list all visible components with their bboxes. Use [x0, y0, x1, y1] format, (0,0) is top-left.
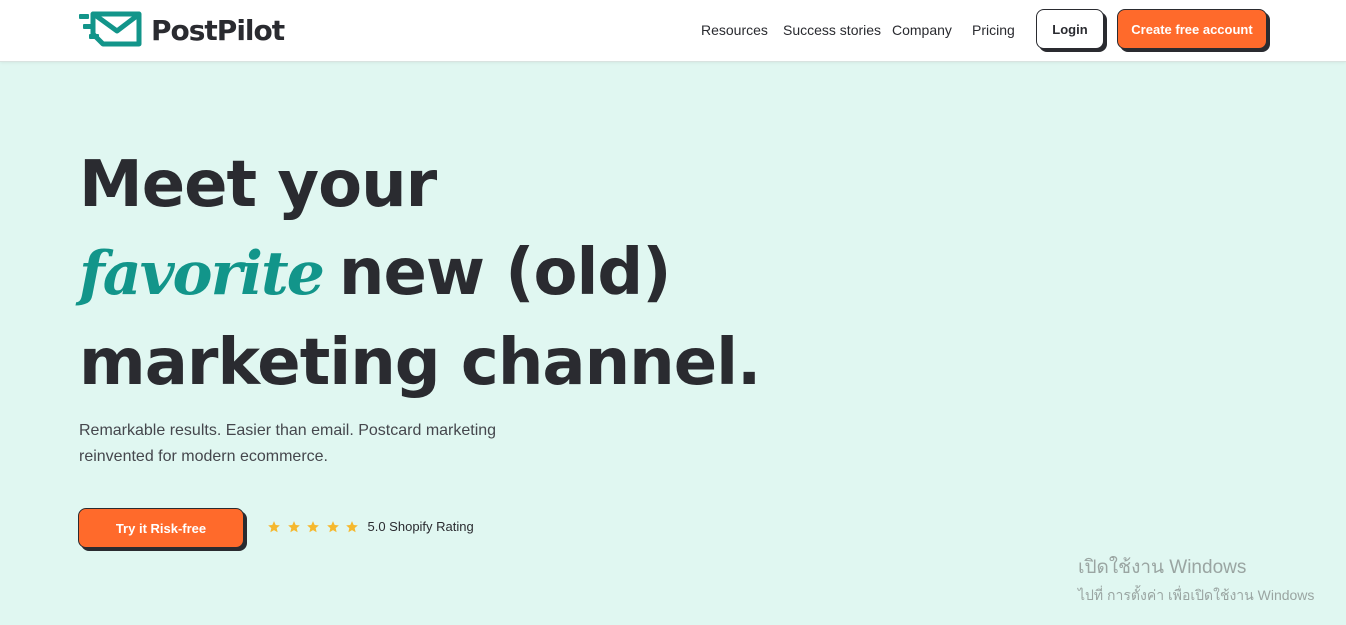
watermark-subtitle: ไปที่ การตั้งค่า เพื่อเปิดใช้งาน Windows: [1078, 587, 1315, 603]
shopify-rating: 5.0 Shopify Rating: [267, 519, 474, 534]
logo-text: PostPilot: [151, 13, 285, 47]
nav-link-pricing[interactable]: Pricing: [972, 22, 1015, 38]
star-icon: [307, 520, 319, 532]
star-icon: [268, 520, 280, 532]
nav-link-company[interactable]: Company: [892, 22, 952, 38]
hero-headline-line-2-rest: new (old): [338, 236, 672, 310]
hero-headline-line-2: favorite new (old): [79, 236, 672, 310]
postcard-logo-icon: [79, 11, 142, 47]
windows-activation-watermark: เปิดใช้งาน Windows ไปที่ การตั้งค่า เพื่…: [1078, 552, 1314, 607]
top-navigation-bar: PostPilot Resources Success stories Comp…: [0, 0, 1346, 62]
hero-headline-line-3: marketing channel.: [79, 326, 761, 400]
star-icon: [326, 520, 339, 532]
rating-text: 5.0 Shopify Rating: [367, 519, 474, 534]
star-icon: [346, 520, 358, 532]
watermark-title: เปิดใช้งาน Windows: [1078, 557, 1247, 578]
hero-headline-line-1: Meet your: [79, 148, 437, 222]
postpilot-logo[interactable]: PostPilot: [79, 10, 285, 50]
star-icon: [287, 520, 300, 532]
nav-link-resources[interactable]: Resources: [701, 22, 768, 38]
hero-script-word: favorite: [79, 239, 325, 309]
login-button[interactable]: Login: [1036, 9, 1104, 49]
try-risk-free-button[interactable]: Try it Risk-free: [78, 508, 244, 548]
nav-link-success-stories[interactable]: Success stories: [783, 22, 881, 38]
create-free-account-button[interactable]: Create free account: [1117, 9, 1267, 49]
hero-subtitle: Remarkable results. Easier than email. P…: [79, 422, 497, 465]
rating-stars: [267, 520, 365, 534]
